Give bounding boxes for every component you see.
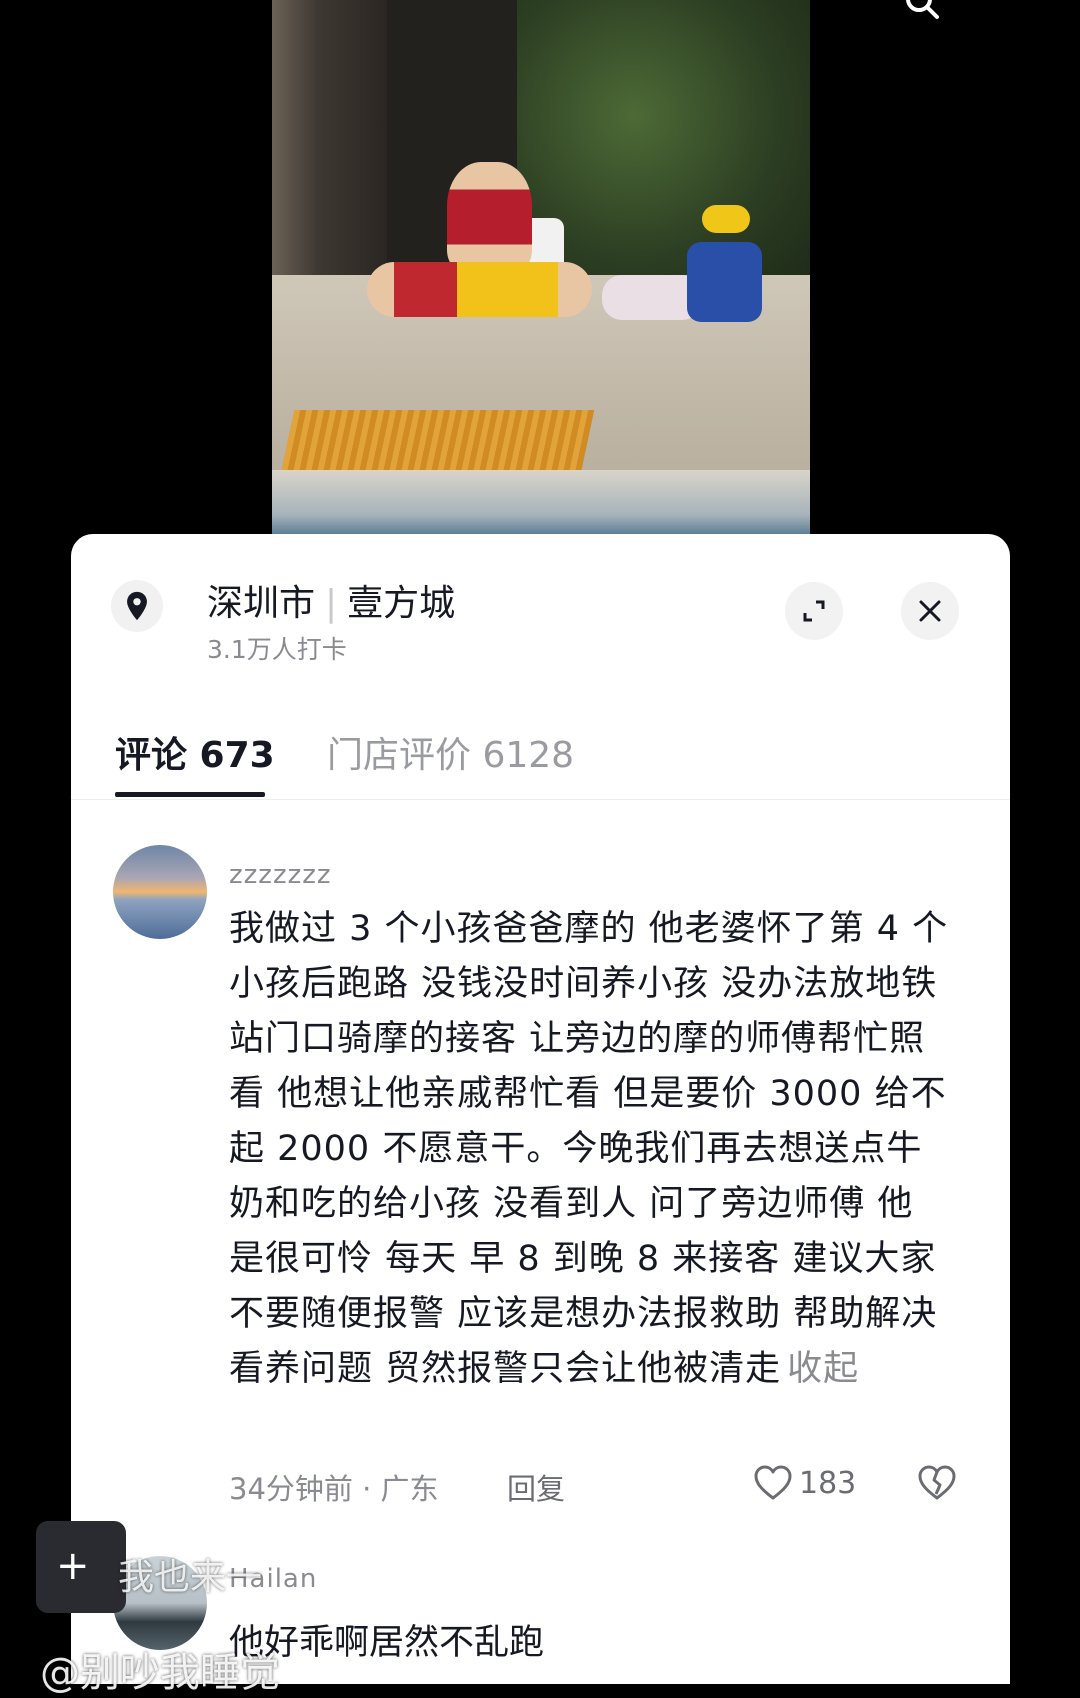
heart-icon[interactable]: [753, 1464, 793, 1502]
video-yellow-shoe: [702, 205, 750, 233]
video-pillar: [272, 0, 387, 280]
search-icon[interactable]: [902, 0, 942, 22]
floating-action-button[interactable]: +: [36, 1521, 126, 1613]
expand-icon: [803, 600, 825, 622]
video-platform-edge: [272, 470, 810, 534]
broken-heart-icon[interactable]: [917, 1464, 957, 1502]
comment-time-location: 34分钟前 · 广东: [229, 1472, 439, 1506]
comment-text: 我做过 3 个小孩爸爸摩的 他老婆怀了第 4 个小孩后跑路 没钱没时间养小孩 没…: [229, 902, 949, 1397]
video-child-lying: [367, 262, 592, 317]
expand-button[interactable]: [785, 582, 843, 640]
tab-store-reviews[interactable]: 门店评价 6128: [327, 726, 574, 778]
location-pin-icon: [111, 580, 163, 632]
overlay-text: 我也来一: [118, 1557, 263, 1598]
video-child-sitting: [447, 162, 532, 272]
tab-comments[interactable]: 评论 673: [115, 726, 275, 778]
watermark: @别吵我睡觉: [40, 1650, 280, 1696]
active-tab-indicator: [115, 792, 265, 797]
comment-panel: 深圳市 | 壹方城 3.1万人打卡 评论 673 门店评价 6128 zzzzzzz…: [71, 534, 1010, 1684]
close-icon: [919, 600, 941, 622]
avatar[interactable]: [113, 845, 207, 939]
video-blue-bag: [687, 242, 762, 322]
location-city: 深圳市: [207, 583, 316, 624]
tab-divider: [71, 799, 1010, 800]
plus-icon: +: [56, 1543, 90, 1589]
like-count: 183: [799, 1466, 857, 1501]
comment-username[interactable]: zzzzzzz: [229, 860, 332, 890]
checkin-count: 3.1万人打卡: [207, 635, 347, 664]
video-frame[interactable]: [272, 0, 810, 534]
location-place: 壹方城: [347, 583, 456, 624]
close-button[interactable]: [901, 582, 959, 640]
collapse-link[interactable]: 收起: [787, 1349, 859, 1389]
location-separator: |: [325, 583, 338, 624]
reply-button[interactable]: 回复: [507, 1466, 565, 1508]
location-title[interactable]: 深圳市 | 壹方城: [207, 574, 455, 626]
comment-content: 我做过 3 个小孩爸爸摩的 他老婆怀了第 4 个小孩后跑路 没钱没时间养小孩 没…: [229, 909, 949, 1389]
